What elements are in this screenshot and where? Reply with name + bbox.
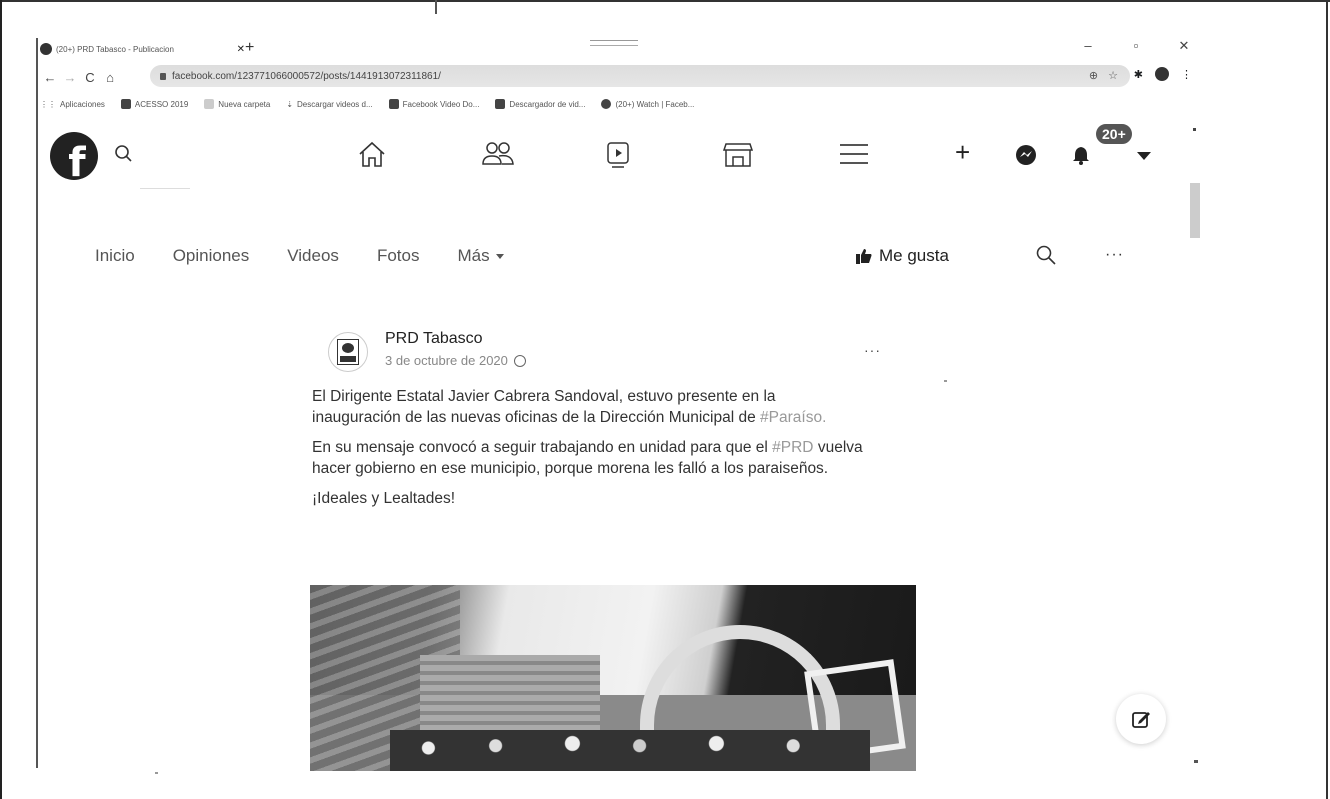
bookmarks-bar: ⋮⋮ Aplicaciones ACESSO 2019 Nueva carpeta… — [40, 96, 1200, 112]
scroll-bottom-tick — [1194, 760, 1198, 763]
back-arrow-icon[interactable]: ← — [40, 70, 60, 85]
window-controls: – ▫ ✕ — [1082, 38, 1190, 54]
bookmark-watch[interactable]: (20+) Watch | Faceb... — [601, 99, 694, 109]
page-search-icon[interactable] — [1035, 244, 1057, 266]
extensions-area: ✱ ⋮ — [1134, 67, 1192, 81]
post-paragraph: En su mensaje convocó a seguir trabajand… — [312, 439, 863, 477]
hashtag-link[interactable]: #Paraíso. — [760, 409, 826, 426]
new-tab-button[interactable]: + — [245, 40, 254, 56]
bell-icon[interactable] — [1070, 144, 1092, 166]
puzzle-extension-icon[interactable]: ✱ — [1134, 68, 1143, 81]
home-icon[interactable]: ⌂ — [100, 70, 120, 85]
compose-icon — [1132, 712, 1150, 728]
kebab-menu-icon[interactable]: ⋮ — [1181, 68, 1192, 81]
post-author-avatar[interactable] — [328, 332, 368, 372]
facebook-logo[interactable]: f — [50, 132, 98, 180]
bookmark-dark-icon — [495, 99, 506, 109]
globe-icon — [513, 354, 526, 367]
scrollbar-thumb[interactable] — [1190, 183, 1200, 238]
bookmark-facebook-video[interactable]: Facebook Video Do... — [388, 99, 479, 109]
window-edge — [36, 38, 38, 768]
folder-icon — [204, 99, 215, 109]
chevron-down-icon — [495, 254, 504, 260]
drag-handle[interactable] — [590, 40, 638, 46]
close-tab-icon[interactable]: ✕ — [237, 44, 245, 55]
marketplace-nav-icon[interactable] — [718, 136, 758, 172]
address-bar[interactable]: facebook.com/123771066000572/posts/14419… — [150, 65, 1130, 87]
watch-nav-icon[interactable] — [598, 136, 638, 172]
scan-speck — [944, 380, 947, 382]
scroll-tick — [1193, 128, 1196, 131]
bookmark-dark-icon — [388, 99, 399, 109]
bookmark-descargar-videos[interactable]: ⇣ Descargar videos d... — [286, 100, 372, 109]
scan-speck — [155, 772, 158, 774]
post-paragraph: El Dirigente Estatal Javier Cabrera Sand… — [312, 388, 827, 426]
zoom-icon[interactable]: ⊕ — [1089, 69, 1098, 82]
tab-inicio[interactable]: Inicio — [95, 246, 135, 266]
like-label: Me gusta — [879, 246, 949, 265]
post-options-button[interactable]: ··· — [864, 342, 881, 358]
account-caret-icon[interactable] — [1137, 152, 1151, 160]
tab-opiniones[interactable]: Opiniones — [173, 246, 250, 266]
menu-nav-icon[interactable] — [834, 136, 874, 172]
tab-mas[interactable]: Más — [457, 246, 504, 266]
search-icon[interactable] — [110, 140, 138, 168]
new-message-button[interactable] — [1116, 694, 1166, 744]
like-page-button[interactable]: Me gusta — [855, 246, 949, 266]
frame-right-border — [1326, 0, 1328, 799]
frame-left-border — [0, 0, 2, 799]
create-plus-icon[interactable]: + — [955, 139, 970, 165]
notification-badge: 20+ — [1094, 122, 1134, 146]
omnibox-actions: ⊕ ☆ — [1089, 69, 1118, 82]
lock-icon — [160, 72, 166, 80]
facebook-icon — [601, 99, 612, 109]
post-date[interactable]: 3 de octubre de 2020 — [385, 353, 526, 368]
frame-top-border — [0, 0, 1330, 2]
star-icon[interactable]: ☆ — [1108, 69, 1118, 82]
friends-nav-icon[interactable] — [478, 136, 518, 172]
close-window-button[interactable]: ✕ — [1178, 38, 1190, 54]
facebook-favicon-icon — [40, 43, 52, 55]
post-photo[interactable] — [310, 585, 916, 771]
bookmark-apps[interactable]: ⋮⋮ Aplicaciones — [40, 100, 105, 109]
home-nav-icon[interactable] — [352, 136, 392, 172]
download-icon: ⇣ — [286, 99, 294, 109]
post-author-name[interactable]: PRD Tabasco — [385, 330, 483, 348]
tab-fotos[interactable]: Fotos — [377, 246, 420, 266]
restore-button[interactable]: ▫ — [1130, 38, 1142, 54]
bookmark-nueva-carpeta[interactable]: Nueva carpeta — [204, 99, 270, 109]
hashtag-link[interactable]: #PRD — [772, 439, 813, 456]
page-tabs: Inicio Opiniones Videos Fotos Más — [95, 246, 504, 266]
post-date-text: 3 de octubre de 2020 — [385, 353, 508, 368]
address-row: ← → C ⌂ facebook.com/123771066000572/pos… — [40, 65, 1200, 89]
reload-icon[interactable]: C — [80, 70, 100, 85]
bookmark-descargador[interactable]: Descargador de vid... — [495, 99, 585, 109]
minimize-button[interactable]: – — [1082, 38, 1094, 54]
bookmark-acesso[interactable]: ACESSO 2019 — [120, 99, 188, 109]
apps-grid-icon: ⋮⋮ — [40, 99, 56, 109]
tab-videos[interactable]: Videos — [287, 246, 339, 266]
frame-tick — [435, 0, 437, 14]
post-text: El Dirigente Estatal Javier Cabrera Sand… — [312, 386, 867, 518]
bookmark-dark-icon — [120, 99, 131, 109]
profile-avatar[interactable] — [1155, 67, 1169, 81]
page-more-button[interactable]: ··· — [1105, 246, 1124, 264]
messenger-icon[interactable] — [1014, 143, 1038, 167]
tab-title: (20+) PRD Tabasco - Publicacion — [56, 44, 174, 54]
url-text: facebook.com/123771066000572/posts/14419… — [172, 70, 441, 82]
thumbs-up-icon — [856, 249, 872, 264]
search-underline — [140, 188, 190, 189]
prd-logo-icon — [337, 339, 359, 365]
forward-arrow-icon[interactable]: → — [60, 70, 80, 85]
post-paragraph: ¡Ideales y Lealtades! — [312, 490, 456, 507]
photo-crowd — [390, 730, 870, 771]
browser-tab[interactable]: (20+) PRD Tabasco - Publicacion ✕ — [40, 36, 245, 62]
